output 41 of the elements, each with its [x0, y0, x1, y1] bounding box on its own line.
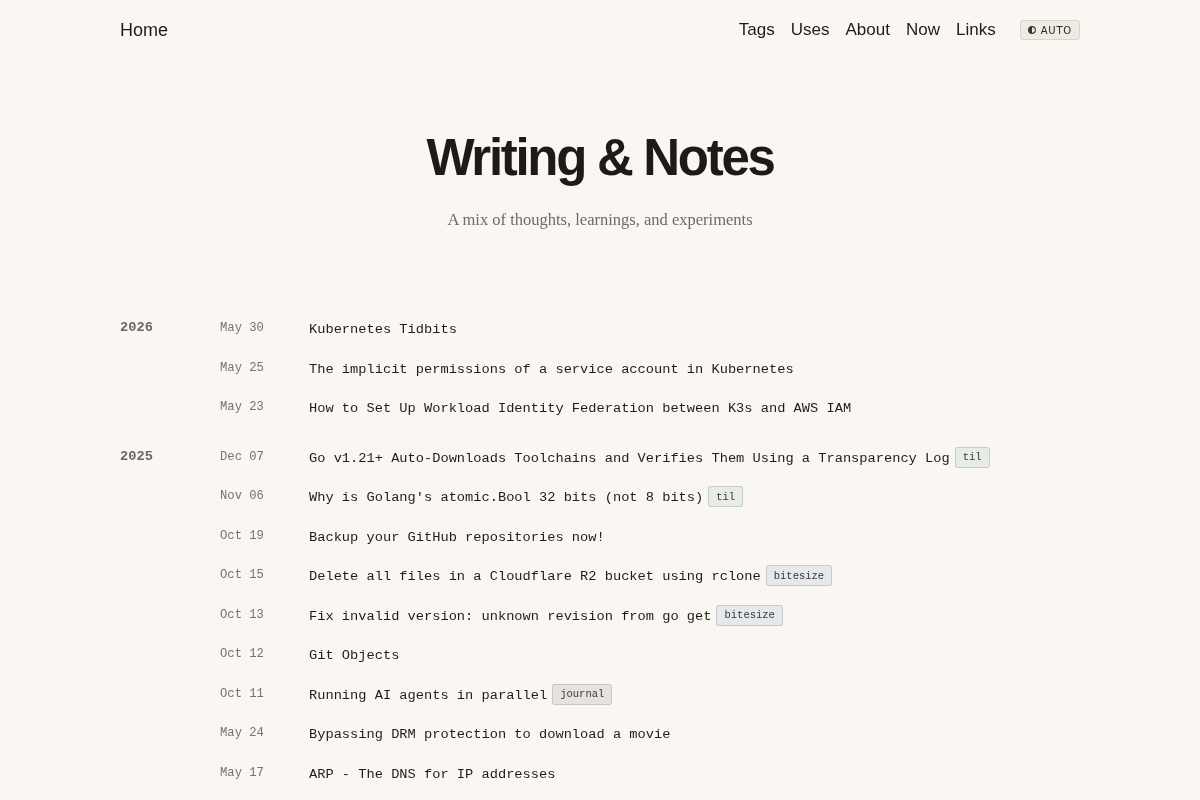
nav-link[interactable]: Links	[955, 20, 996, 40]
post-link[interactable]: Delete all files in a Cloudflare R2 bucket using rclone	[309, 569, 761, 585]
page-title: Writing & Notes	[426, 128, 774, 188]
nav-link[interactable]: Now	[905, 20, 940, 40]
half-circle-icon	[1027, 26, 1036, 34]
post-link[interactable]: The implicit permissions of a service account in Kubernetes	[309, 361, 794, 377]
post-date: Nov 06	[220, 489, 265, 504]
post-date: Dec 07	[220, 449, 265, 464]
post-date: May 23	[220, 400, 265, 415]
post-link[interactable]: Go v1.21+ Auto-Downloads Toolchains and Verifies Them Using a Transparency Log	[309, 450, 950, 466]
post-link[interactable]: Bypassing DRM protection to download a movie	[309, 727, 671, 743]
post-date: Oct 11	[220, 686, 265, 701]
post-date: Oct 13	[220, 607, 265, 622]
post-date: May 17	[220, 765, 265, 780]
post-date: Oct 12	[220, 647, 265, 662]
post-date: May 30	[220, 321, 265, 336]
theme-toggle-button[interactable]: AUTO	[1019, 20, 1080, 40]
nav-link[interactable]: Tags	[738, 20, 775, 40]
year-label: 2026	[120, 319, 153, 337]
page-subtitle: A mix of thoughts, learnings, and experiments	[447, 209, 753, 231]
post-date: Oct 19	[220, 528, 265, 543]
home-link[interactable]: Home	[120, 19, 168, 41]
post-date: May 25	[220, 360, 265, 375]
post-link[interactable]: Kubernetes Tidbits	[309, 322, 457, 338]
post-date: Oct 15	[220, 568, 265, 583]
nav-link[interactable]: About	[845, 20, 890, 40]
post-link[interactable]: Backup your GitHub repositories now!	[309, 529, 605, 545]
post-link[interactable]: ARP - The DNS for IP addresses	[309, 766, 556, 782]
tag-link[interactable]: journal	[552, 683, 613, 705]
nav-link[interactable]: Uses	[790, 20, 830, 40]
year-label: 2025	[120, 447, 153, 466]
tag-link[interactable]: til	[954, 446, 990, 468]
post-date: May 24	[220, 726, 265, 741]
post-link[interactable]: How to Set Up Workload Identity Federation between K3s and AWS IAM	[309, 401, 852, 417]
post-link[interactable]: Running AI agents in parallel	[309, 687, 548, 703]
tag-link[interactable]: til	[708, 486, 744, 508]
post-link[interactable]: Why is Golang's atomic.Bool 32 bits (not 8 bits)	[309, 490, 704, 506]
post-link[interactable]: Fix invalid version: unknown revision from go get	[309, 608, 712, 624]
tag-link[interactable]: bitesize	[716, 604, 783, 626]
tag-link[interactable]: bitesize	[765, 565, 833, 587]
post-link[interactable]: Git Objects	[309, 648, 400, 664]
